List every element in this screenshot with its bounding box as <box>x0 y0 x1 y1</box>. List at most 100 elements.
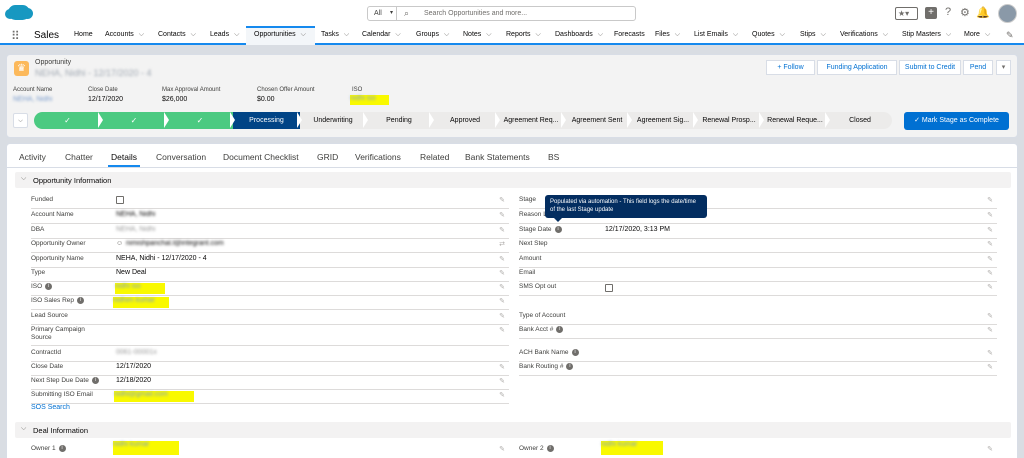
chevron-down-icon[interactable]: ⌵ <box>883 31 888 38</box>
pencil-icon[interactable]: ✎ <box>499 326 505 334</box>
pencil-icon[interactable]: ✎ <box>499 255 505 263</box>
tab-grid[interactable]: GRID <box>317 152 338 162</box>
path-step[interactable]: Pending <box>366 112 432 129</box>
nav-item-leads[interactable]: Leads ⌵ <box>210 31 239 39</box>
pencil-icon[interactable]: ✎ <box>987 226 993 234</box>
pencil-icon[interactable]: ✎ <box>499 297 505 305</box>
highlight-value-account[interactable]: NEHA, Nidhi <box>13 96 52 103</box>
nav-item-home[interactable]: Home <box>74 31 93 38</box>
pencil-icon[interactable]: ✎ <box>987 196 993 204</box>
field-value-link[interactable]: nidhi kumar <box>113 441 179 455</box>
pencil-icon[interactable]: ✎ <box>499 283 505 291</box>
pencil-icon[interactable]: ✎ <box>987 211 993 219</box>
tab-chatter[interactable]: Chatter <box>65 152 93 162</box>
funding-application-button[interactable]: Funding Application <box>817 60 897 75</box>
tab-details[interactable]: Details <box>111 152 137 162</box>
pencil-icon[interactable]: ✎ <box>987 312 993 320</box>
nav-item-calendar[interactable]: Calendar ⌵ <box>362 31 401 39</box>
chevron-down-icon[interactable]: ⌵ <box>234 31 239 38</box>
path-step[interactable]: Renewal Prosp... <box>696 112 762 129</box>
pencil-icon[interactable]: ✎ <box>499 196 505 204</box>
info-icon[interactable]: i <box>554 226 562 233</box>
nav-item-forecasts[interactable]: Forecasts <box>614 31 645 38</box>
bell-icon[interactable]: 🔔 <box>976 6 990 19</box>
search-scope-dropdown[interactable]: All ▾ <box>368 7 397 20</box>
nav-item-files[interactable]: Files ⌵ <box>655 31 680 39</box>
path-step-complete[interactable]: ✓ <box>101 112 167 129</box>
pencil-icon[interactable]: ✎ <box>499 377 505 385</box>
avatar[interactable] <box>998 4 1017 23</box>
path-step[interactable]: Agreement Sig... <box>630 112 696 129</box>
pencil-icon[interactable]: ✎ <box>499 226 505 234</box>
section-deal-information[interactable]: ⌵ Deal Information <box>15 422 1011 438</box>
sms-opt-out-checkbox[interactable] <box>605 284 613 292</box>
info-icon[interactable]: i <box>556 326 564 333</box>
nav-item-reports[interactable]: Reports ⌵ <box>506 31 541 39</box>
pencil-icon[interactable]: ✎ <box>987 255 993 263</box>
field-value-link[interactable]: nidhi@gmail.com <box>114 391 194 402</box>
tab-verifications[interactable]: Verifications <box>355 152 401 162</box>
nav-item-list-emails[interactable]: List Emails ⌵ <box>694 31 738 39</box>
info-icon[interactable]: i <box>45 283 53 290</box>
submit-to-credit-button[interactable]: Submit to Credit <box>899 60 961 75</box>
field-value-link[interactable]: nidhi iso <box>115 283 165 294</box>
tab-document-checklist[interactable]: Document Checklist <box>223 152 299 162</box>
funded-checkbox[interactable] <box>116 196 124 204</box>
chevron-down-icon[interactable]: ⌵ <box>486 31 491 38</box>
help-icon[interactable]: ? <box>945 6 951 18</box>
salesforce-logo[interactable] <box>5 5 33 20</box>
search-input[interactable]: Search Opportunities and more... <box>424 10 527 17</box>
sos-search-link[interactable]: SOS Search <box>31 404 70 411</box>
pencil-icon[interactable]: ✎ <box>987 240 993 248</box>
nav-item-accounts[interactable]: Accounts ⌵ <box>105 31 144 39</box>
path-step[interactable]: Closed <box>828 112 892 129</box>
tab-bank-statements[interactable]: Bank Statements <box>465 152 530 162</box>
info-icon[interactable]: i <box>91 377 99 384</box>
path-step[interactable]: Approved <box>432 112 498 129</box>
mark-stage-complete-button[interactable]: ✓ Mark Stage as Complete <box>904 112 1009 130</box>
nav-item-dashboards[interactable]: Dashboards ⌵ <box>555 31 603 39</box>
pencil-icon[interactable]: ✎ <box>987 349 993 357</box>
nav-item-more[interactable]: More ⌵ <box>964 31 990 39</box>
field-value-link[interactable]: nidhim kumar <box>113 297 169 308</box>
pencil-icon[interactable]: ✎ <box>499 312 505 320</box>
change-owner-icon[interactable]: ⇄ <box>499 240 505 248</box>
path-toggle-button[interactable]: ⌵ <box>13 113 28 128</box>
chevron-down-icon[interactable]: ⌵ <box>536 31 541 38</box>
tab-conversation[interactable]: Conversation <box>156 152 206 162</box>
app-launcher-icon[interactable]: ⠿ <box>11 30 20 42</box>
pencil-icon[interactable]: ✎ <box>499 211 505 219</box>
info-icon[interactable]: i <box>58 445 66 452</box>
pencil-icon[interactable]: ✎ <box>499 445 505 453</box>
chevron-down-icon[interactable]: ⌵ <box>301 31 306 38</box>
chevron-down-icon[interactable]: ⌵ <box>985 31 990 38</box>
pencil-icon[interactable]: ✎ <box>987 283 993 291</box>
info-icon[interactable]: i <box>546 445 554 452</box>
tab-related[interactable]: Related <box>420 152 449 162</box>
pencil-icon[interactable]: ✎ <box>499 363 505 371</box>
path-step-complete[interactable]: ✓ <box>167 112 233 129</box>
highlight-value-iso[interactable]: nidhi iso <box>350 95 389 105</box>
section-opportunity-information[interactable]: ⌵ Opportunity Information <box>15 172 1011 188</box>
pend-button[interactable]: Pend <box>963 60 993 75</box>
more-actions-icon[interactable]: ▾ <box>996 60 1011 75</box>
gear-icon[interactable]: ⚙ <box>960 6 970 19</box>
pencil-icon[interactable]: ✎ <box>499 269 505 277</box>
info-icon[interactable]: i <box>77 297 84 304</box>
chevron-down-icon[interactable]: ⌵ <box>444 31 449 38</box>
nav-item-stip-masters[interactable]: Stip Masters ⌵ <box>902 31 951 39</box>
field-value-link[interactable]: nimishpanchal.l@integrant.com <box>126 240 224 247</box>
nav-item-contacts[interactable]: Contacts ⌵ <box>158 31 196 39</box>
nav-item-groups[interactable]: Groups ⌵ <box>416 31 449 39</box>
path-step[interactable]: Underwriting <box>300 112 366 129</box>
favorites-icon[interactable]: ★▾ <box>895 7 918 20</box>
pencil-icon[interactable]: ✎ <box>499 391 505 399</box>
field-value-link[interactable]: nidhi kumar <box>601 441 663 455</box>
path-step[interactable]: Renewal Reque... <box>762 112 828 129</box>
nav-item-opportunities[interactable]: Opportunities ⌵ <box>254 31 306 39</box>
chevron-down-icon[interactable]: ⌵ <box>191 31 196 38</box>
pencil-icon[interactable]: ✎ <box>987 445 993 453</box>
info-icon[interactable]: i <box>571 349 579 356</box>
pencil-icon[interactable]: ✎ <box>987 363 993 371</box>
nav-item-quotes[interactable]: Quotes ⌵ <box>752 31 785 39</box>
